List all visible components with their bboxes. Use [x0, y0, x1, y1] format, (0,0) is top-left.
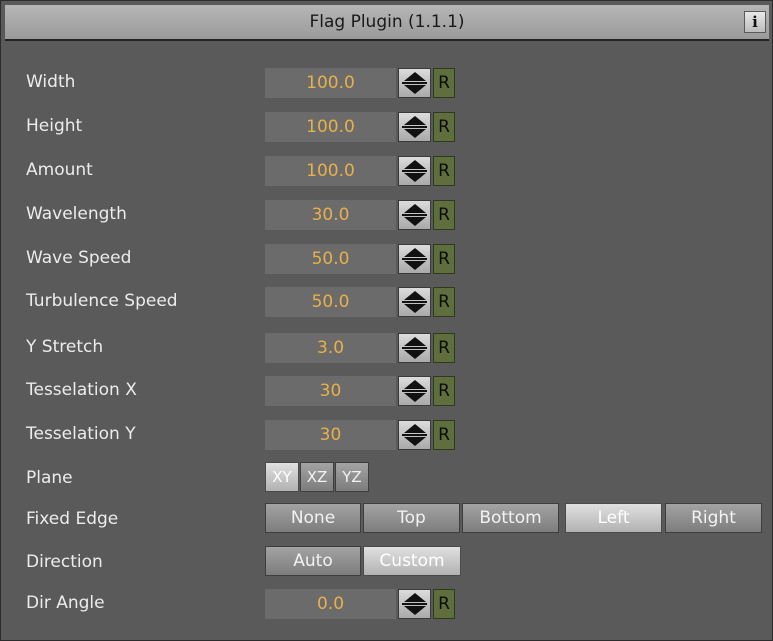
- param-row-amount: Amount 100.0 R: [1, 150, 773, 190]
- reset-button[interactable]: R: [433, 333, 455, 363]
- arrow-down-icon: [404, 304, 426, 313]
- fixed-edge-label: Fixed Edge: [26, 509, 119, 529]
- param-label: Dir Angle: [26, 593, 105, 613]
- arrow-down-icon: [404, 606, 426, 615]
- reset-button[interactable]: R: [433, 376, 455, 406]
- reset-button[interactable]: R: [433, 244, 455, 274]
- param-row-dir-angle: Dir Angle 0.0 R: [1, 583, 773, 623]
- param-label: Wave Speed: [26, 248, 132, 268]
- spinner-button[interactable]: [398, 420, 431, 450]
- arrow-up-icon: [404, 160, 426, 169]
- reset-button[interactable]: R: [433, 287, 455, 317]
- spinner-button[interactable]: [398, 376, 431, 406]
- spinner-button[interactable]: [398, 333, 431, 363]
- param-label: Tesselation Y: [26, 424, 136, 444]
- spinner-button[interactable]: [398, 200, 431, 230]
- param-value-field[interactable]: 30.0: [265, 200, 396, 230]
- param-value-field[interactable]: 3.0: [265, 333, 396, 363]
- spinner-button[interactable]: [398, 287, 431, 317]
- param-value-field[interactable]: 30: [265, 376, 396, 406]
- arrow-up-icon: [404, 248, 426, 257]
- flag-plugin-panel: Flag Plugin (1.1.1) i Width 100.0 R Heig…: [0, 0, 773, 641]
- plane-option-yz[interactable]: YZ: [335, 462, 369, 492]
- param-label: Turbulence Speed: [26, 291, 178, 311]
- param-label: Wavelength: [26, 204, 127, 224]
- direction-label: Direction: [26, 552, 103, 572]
- title-bar: Flag Plugin (1.1.1) i: [5, 5, 769, 41]
- param-row-wave-speed: Wave Speed 50.0 R: [1, 238, 773, 278]
- arrow-up-icon: [404, 380, 426, 389]
- fixed-edge-option-bottom[interactable]: Bottom: [462, 503, 559, 533]
- param-row-tesselation-y: Tesselation Y 30 R: [1, 414, 773, 454]
- spinner-button[interactable]: [398, 244, 431, 274]
- direction-row: Direction Auto Custom: [1, 542, 773, 582]
- param-row-height: Height 100.0 R: [1, 106, 773, 146]
- param-label: Height: [26, 116, 83, 136]
- fixed-edge-option-top[interactable]: Top: [363, 503, 460, 533]
- direction-option-auto[interactable]: Auto: [265, 546, 361, 576]
- param-label: Amount: [26, 160, 93, 180]
- param-value-field[interactable]: 30: [265, 420, 396, 450]
- spinner-button[interactable]: [398, 112, 431, 142]
- arrow-up-icon: [404, 204, 426, 213]
- reset-button[interactable]: R: [433, 156, 455, 186]
- reset-button[interactable]: R: [433, 420, 455, 450]
- param-row-wavelength: Wavelength 30.0 R: [1, 194, 773, 234]
- reset-button[interactable]: R: [433, 200, 455, 230]
- arrow-up-icon: [404, 337, 426, 346]
- fixed-edge-option-none[interactable]: None: [265, 503, 361, 533]
- param-label: Y Stretch: [26, 337, 104, 357]
- arrow-up-icon: [404, 424, 426, 433]
- param-row-width: Width 100.0 R: [1, 62, 773, 102]
- reset-button[interactable]: R: [433, 589, 455, 619]
- reset-button[interactable]: R: [433, 112, 455, 142]
- arrow-down-icon: [404, 217, 426, 226]
- fixed-edge-row: Fixed Edge None Top Bottom Left Right: [1, 499, 773, 539]
- arrow-up-icon: [404, 72, 426, 81]
- panel-title: Flag Plugin (1.1.1): [309, 12, 465, 32]
- spinner-button[interactable]: [398, 68, 431, 98]
- param-value-field[interactable]: 0.0: [265, 589, 396, 619]
- fixed-edge-option-right[interactable]: Right: [665, 503, 762, 533]
- param-value-field[interactable]: 100.0: [265, 68, 396, 98]
- direction-option-custom[interactable]: Custom: [363, 546, 461, 576]
- param-row-y-stretch: Y Stretch 3.0 R: [1, 327, 773, 367]
- param-value-field[interactable]: 100.0: [265, 112, 396, 142]
- param-value-field[interactable]: 50.0: [265, 287, 396, 317]
- arrow-down-icon: [404, 393, 426, 402]
- plane-option-xy[interactable]: XY: [265, 462, 299, 492]
- param-row-tesselation-x: Tesselation X 30 R: [1, 370, 773, 410]
- arrow-up-icon: [404, 593, 426, 602]
- param-value-field[interactable]: 100.0: [265, 156, 396, 186]
- spinner-button[interactable]: [398, 156, 431, 186]
- param-value-field[interactable]: 50.0: [265, 244, 396, 274]
- plane-row: Plane XY XZ YZ: [1, 458, 773, 498]
- arrow-down-icon: [404, 261, 426, 270]
- plane-label: Plane: [26, 468, 73, 488]
- arrow-down-icon: [404, 85, 426, 94]
- info-icon[interactable]: i: [744, 11, 766, 33]
- plane-option-xz[interactable]: XZ: [300, 462, 334, 492]
- arrow-down-icon: [404, 437, 426, 446]
- arrow-down-icon: [404, 173, 426, 182]
- arrow-down-icon: [404, 350, 426, 359]
- param-row-turbulence-speed: Turbulence Speed 50.0 R: [1, 281, 773, 321]
- spinner-button[interactable]: [398, 589, 431, 619]
- arrow-up-icon: [404, 291, 426, 300]
- param-label: Width: [26, 72, 76, 92]
- reset-button[interactable]: R: [433, 68, 455, 98]
- arrow-down-icon: [404, 129, 426, 138]
- param-label: Tesselation X: [26, 380, 137, 400]
- arrow-up-icon: [404, 116, 426, 125]
- fixed-edge-option-left[interactable]: Left: [565, 503, 662, 533]
